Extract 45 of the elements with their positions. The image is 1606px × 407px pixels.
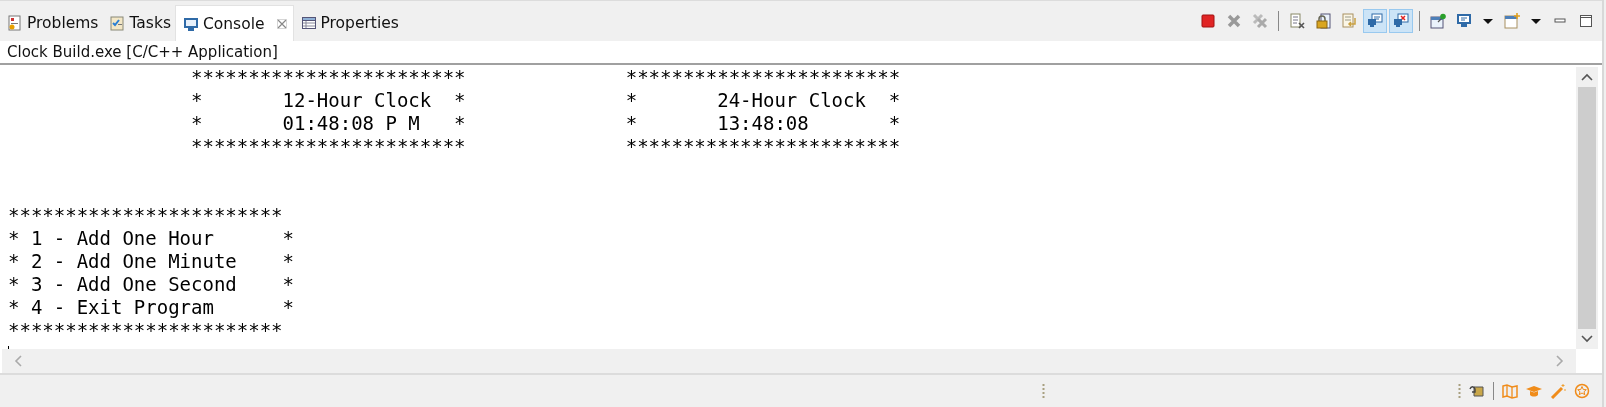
caret-icon [1531,18,1541,24]
table-icon [300,15,317,31]
console-line: ************************ [8,319,283,342]
console-title: Clock Build.exe [C/C++ Application] [7,43,278,61]
console-line: ************************ ************************ [190,135,901,158]
grip-icon[interactable] [1458,383,1461,399]
close-icon[interactable] [276,18,287,29]
toolbar-button[interactable] [1363,9,1387,33]
stop-icon [1200,13,1216,29]
console-line: * 2 - Add One Minute * [8,250,294,273]
monitor-x-icon [1393,13,1409,29]
grip-icon[interactable] [1042,383,1045,399]
maximize-icon [1578,13,1594,29]
wand-icon[interactable] [1550,383,1566,399]
console-line: * 12-Hour Clock * * 24-Hour Clock * [190,89,901,112]
console-line: ************************ [8,204,283,227]
scrollbar-thumb[interactable] [1578,87,1596,329]
tab[interactable]: Console [175,5,294,41]
monitor-icon [1456,13,1472,29]
window-plus-icon [1504,13,1520,29]
monitor-icon [1367,13,1383,29]
vertical-scrollbar[interactable] [1576,67,1598,349]
console-line: * 1 - Add One Hour * [8,227,294,250]
tab[interactable]: Properties [293,5,403,41]
scroll-icon[interactable] [1469,383,1485,399]
console-line: ************************ ************************ [190,66,901,89]
padlock-icon [1315,13,1331,29]
star-icon[interactable] [1574,383,1590,399]
double-x-icon [1252,13,1268,29]
caret-icon [1483,18,1493,24]
monitor-icon [183,15,199,32]
console-line: * 4 - Exit Program * [8,296,294,319]
pin-icon [1430,13,1446,29]
tab[interactable]: Problems [0,5,103,41]
document-x-icon [1289,13,1305,29]
map-icon[interactable] [1502,383,1518,399]
toolbar-button[interactable] [1389,9,1413,33]
console-line: * 3 - Add One Second * [8,273,294,296]
horizontal-scrollbar[interactable] [2,349,1576,373]
x-icon [1226,13,1242,29]
graduation-cap-icon[interactable] [1526,383,1542,399]
tab[interactable]: Tasks [102,5,175,41]
clipboard-icon [109,15,126,31]
problems-icon [7,15,23,31]
console-line: * 01:48:08 P M * * 13:48:08 * [190,112,901,135]
